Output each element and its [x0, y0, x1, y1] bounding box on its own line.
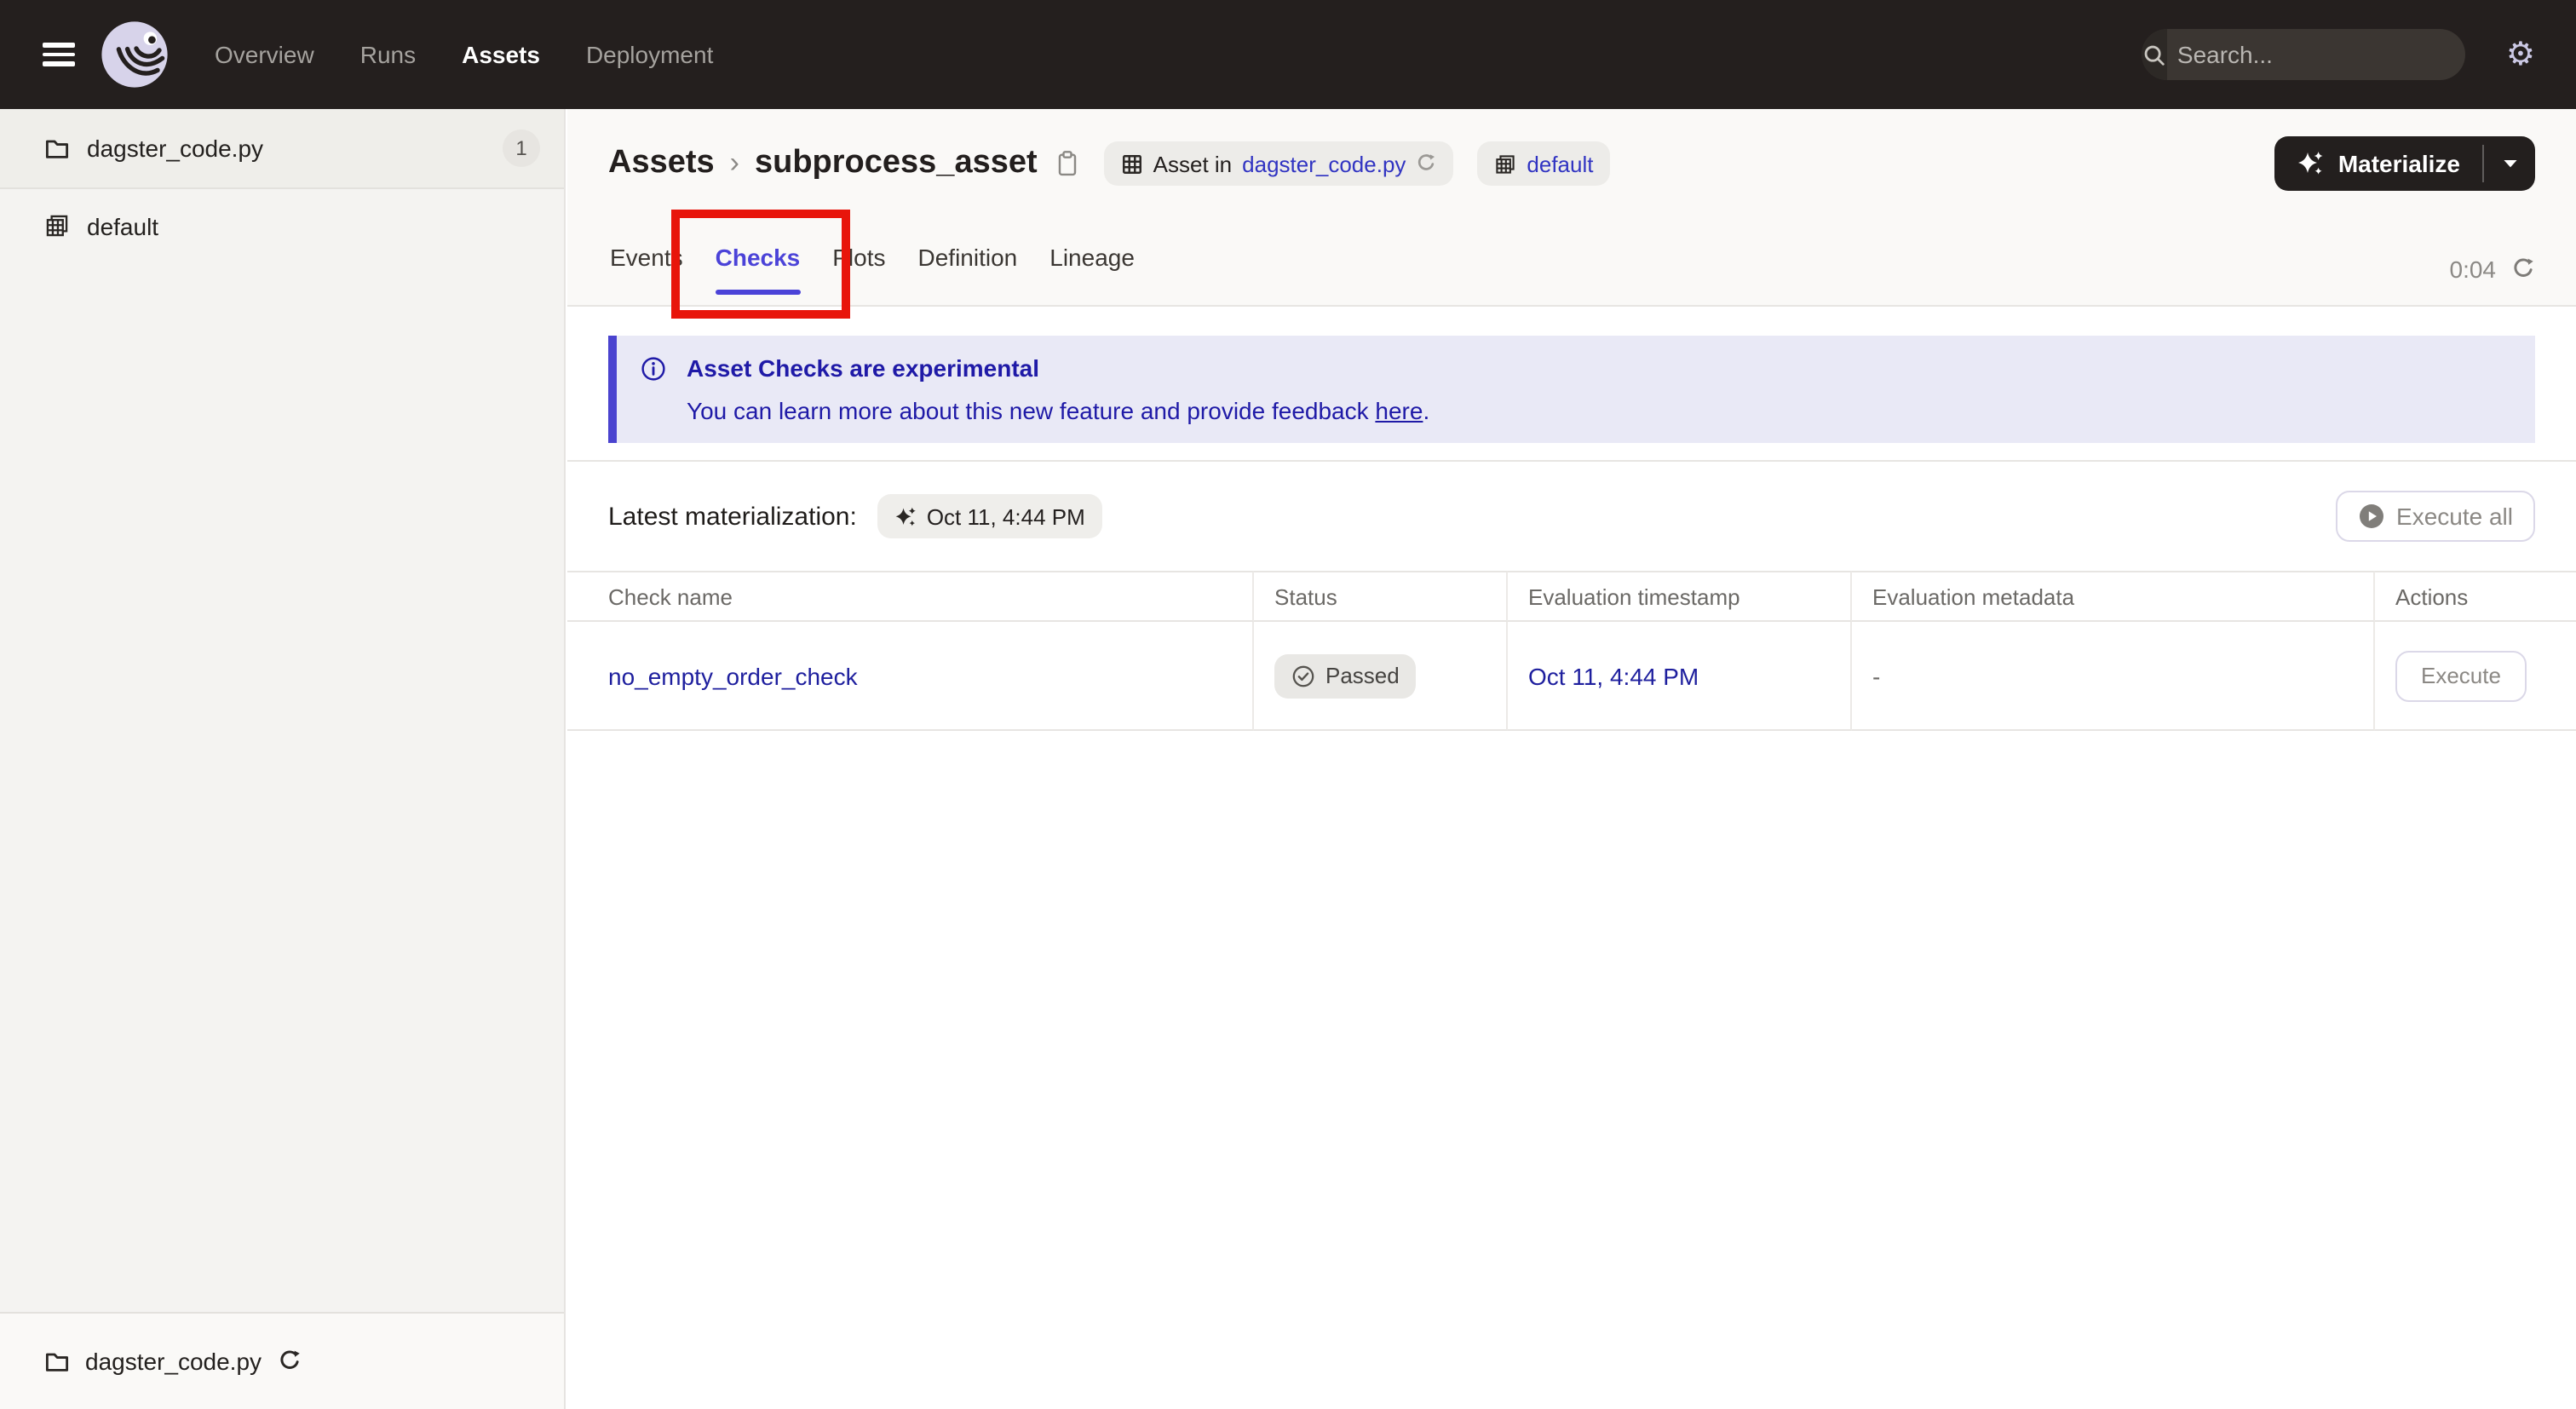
- cell-evaluation-timestamp: Oct 11, 4:44 PM: [1508, 622, 1852, 731]
- search-input[interactable]: [2166, 41, 2465, 68]
- section-divider: [567, 460, 2576, 462]
- refresh-timer: 0:04: [2450, 256, 2536, 283]
- banner-body-text: You can learn more about this new featur…: [687, 397, 1376, 424]
- feedback-link[interactable]: here: [1375, 397, 1423, 424]
- search-icon: [2141, 29, 2167, 80]
- materialize-button[interactable]: Materialize: [2275, 136, 2482, 191]
- settings-gear-icon[interactable]: ⚙: [2506, 37, 2535, 71]
- folder-icon: [44, 1349, 70, 1374]
- materialize-dropdown-button[interactable]: [2484, 136, 2535, 191]
- copy-asset-name-icon[interactable]: [1055, 150, 1080, 177]
- sidebar-item-label: dagster_code.py: [87, 135, 264, 162]
- breadcrumb-assets-link[interactable]: Assets: [608, 145, 715, 182]
- sparkles-icon: [2297, 150, 2325, 177]
- folder-icon: [44, 135, 70, 161]
- status-badge: Passed: [1274, 653, 1417, 698]
- column-header-evaluation-timestamp: Evaluation timestamp: [1508, 571, 1852, 622]
- cell-evaluation-metadata: -: [1852, 622, 2375, 731]
- materialize-label: Materialize: [2337, 150, 2460, 177]
- materialize-split-button: Materialize: [2274, 136, 2535, 191]
- tab-definition[interactable]: Definition: [917, 220, 1020, 305]
- banner-body: You can learn more about this new featur…: [687, 397, 2511, 424]
- check-circle-icon: [1291, 664, 1315, 687]
- nav-item-assets[interactable]: Assets: [462, 41, 540, 68]
- banner-section: Asset Checks are experimental You can le…: [567, 307, 2576, 443]
- tab-events[interactable]: Events: [608, 220, 685, 305]
- tab-checks[interactable]: Checks: [714, 220, 802, 305]
- metadata-empty-value: -: [1872, 662, 1881, 689]
- asset-grid-icon: [1121, 152, 1143, 175]
- code-location-label: dagster_code.py: [85, 1348, 262, 1375]
- asset-group-icon: [44, 213, 70, 239]
- global-search[interactable]: /: [2141, 29, 2465, 80]
- menu-hamburger-icon[interactable]: [43, 43, 77, 66]
- sidebar-item-code-file[interactable]: dagster_code.py 1: [0, 109, 564, 189]
- page-title: subprocess_asset: [755, 145, 1038, 181]
- latest-materialization-label: Latest materialization:: [608, 502, 857, 531]
- execute-all-label: Execute all: [2396, 503, 2513, 530]
- materialization-timestamp-chip[interactable]: Oct 11, 4:44 PM: [877, 494, 1102, 538]
- materialization-timestamp: Oct 11, 4:44 PM: [926, 503, 1085, 529]
- chevron-down-icon: [2502, 158, 2517, 169]
- reload-location-icon[interactable]: [277, 1349, 301, 1373]
- check-name-link[interactable]: no_empty_order_check: [608, 662, 858, 689]
- asset-count-badge: 1: [503, 129, 540, 167]
- execute-all-button[interactable]: Execute all: [2335, 491, 2535, 542]
- asset-definition-chip[interactable]: Asset in dagster_code.py: [1103, 141, 1454, 186]
- asset-page-header: Assets › subprocess_asset Asset in dagst…: [567, 109, 2576, 307]
- breadcrumb: Assets › subprocess_asset Asset in dagst…: [608, 133, 2535, 194]
- tab-plots[interactable]: Plots: [831, 220, 887, 305]
- app: Overview Runs Assets Deployment / ⚙ dags…: [0, 0, 2576, 1409]
- asset-chip-prefix: Asset in: [1153, 151, 1233, 176]
- top-nav: Overview Runs Assets Deployment / ⚙: [0, 0, 2576, 109]
- timer-value: 0:04: [2449, 256, 2497, 283]
- cell-status: Passed: [1254, 622, 1508, 731]
- breadcrumb-separator: ›: [729, 147, 739, 179]
- asset-chip-code-link[interactable]: dagster_code.py: [1242, 151, 1406, 176]
- sidebar-item-default-group[interactable]: default: [0, 189, 564, 262]
- latest-materialization-row: Latest materialization: Oct 11, 4:44 PM: [567, 489, 2576, 543]
- sidebar-footer-code-location[interactable]: dagster_code.py: [0, 1312, 564, 1409]
- evaluation-timestamp-link[interactable]: Oct 11, 4:44 PM: [1528, 662, 1699, 689]
- main-content: Assets › subprocess_asset Asset in dagst…: [567, 109, 2576, 1409]
- cell-actions: Execute: [2375, 622, 2576, 731]
- banner-title: Asset Checks are experimental: [687, 354, 1039, 382]
- banner-body-suffix: .: [1423, 397, 1430, 424]
- asset-group-icon: [1494, 152, 1516, 175]
- cell-check-name: no_empty_order_check: [567, 622, 1254, 731]
- chip-refresh-icon[interactable]: [1416, 153, 1436, 174]
- asset-tabs: Events Checks Plots Definition Lineage: [608, 220, 1136, 305]
- sparkles-icon: [894, 505, 917, 527]
- nav-item-overview[interactable]: Overview: [215, 41, 314, 68]
- nav-item-deployment[interactable]: Deployment: [586, 41, 713, 68]
- column-header-status: Status: [1254, 571, 1508, 622]
- dagster-logo-icon[interactable]: [101, 20, 169, 89]
- experimental-banner: Asset Checks are experimental You can le…: [608, 336, 2535, 443]
- status-label: Passed: [1325, 663, 1400, 688]
- group-chip-link[interactable]: default: [1527, 151, 1593, 176]
- info-icon: [641, 356, 687, 382]
- execute-check-button[interactable]: Execute: [2395, 650, 2527, 701]
- play-circle-icon: [2357, 503, 2384, 530]
- nav-item-runs[interactable]: Runs: [360, 41, 416, 68]
- sidebar-item-label: default: [87, 212, 159, 239]
- column-header-evaluation-metadata: Evaluation metadata: [1852, 571, 2375, 622]
- column-header-actions: Actions: [2375, 571, 2576, 622]
- nav-links: Overview Runs Assets Deployment: [215, 41, 713, 68]
- refresh-icon[interactable]: [2511, 257, 2535, 281]
- column-header-check-name: Check name: [567, 571, 1254, 622]
- asset-sidebar: dagster_code.py 1 default dagster_code.p…: [0, 109, 566, 1409]
- asset-group-chip[interactable]: default: [1477, 141, 1611, 186]
- execute-label: Execute: [2421, 663, 2501, 688]
- checks-table: Check name Status Evaluation timestamp E…: [567, 571, 2576, 731]
- tab-lineage[interactable]: Lineage: [1048, 220, 1136, 305]
